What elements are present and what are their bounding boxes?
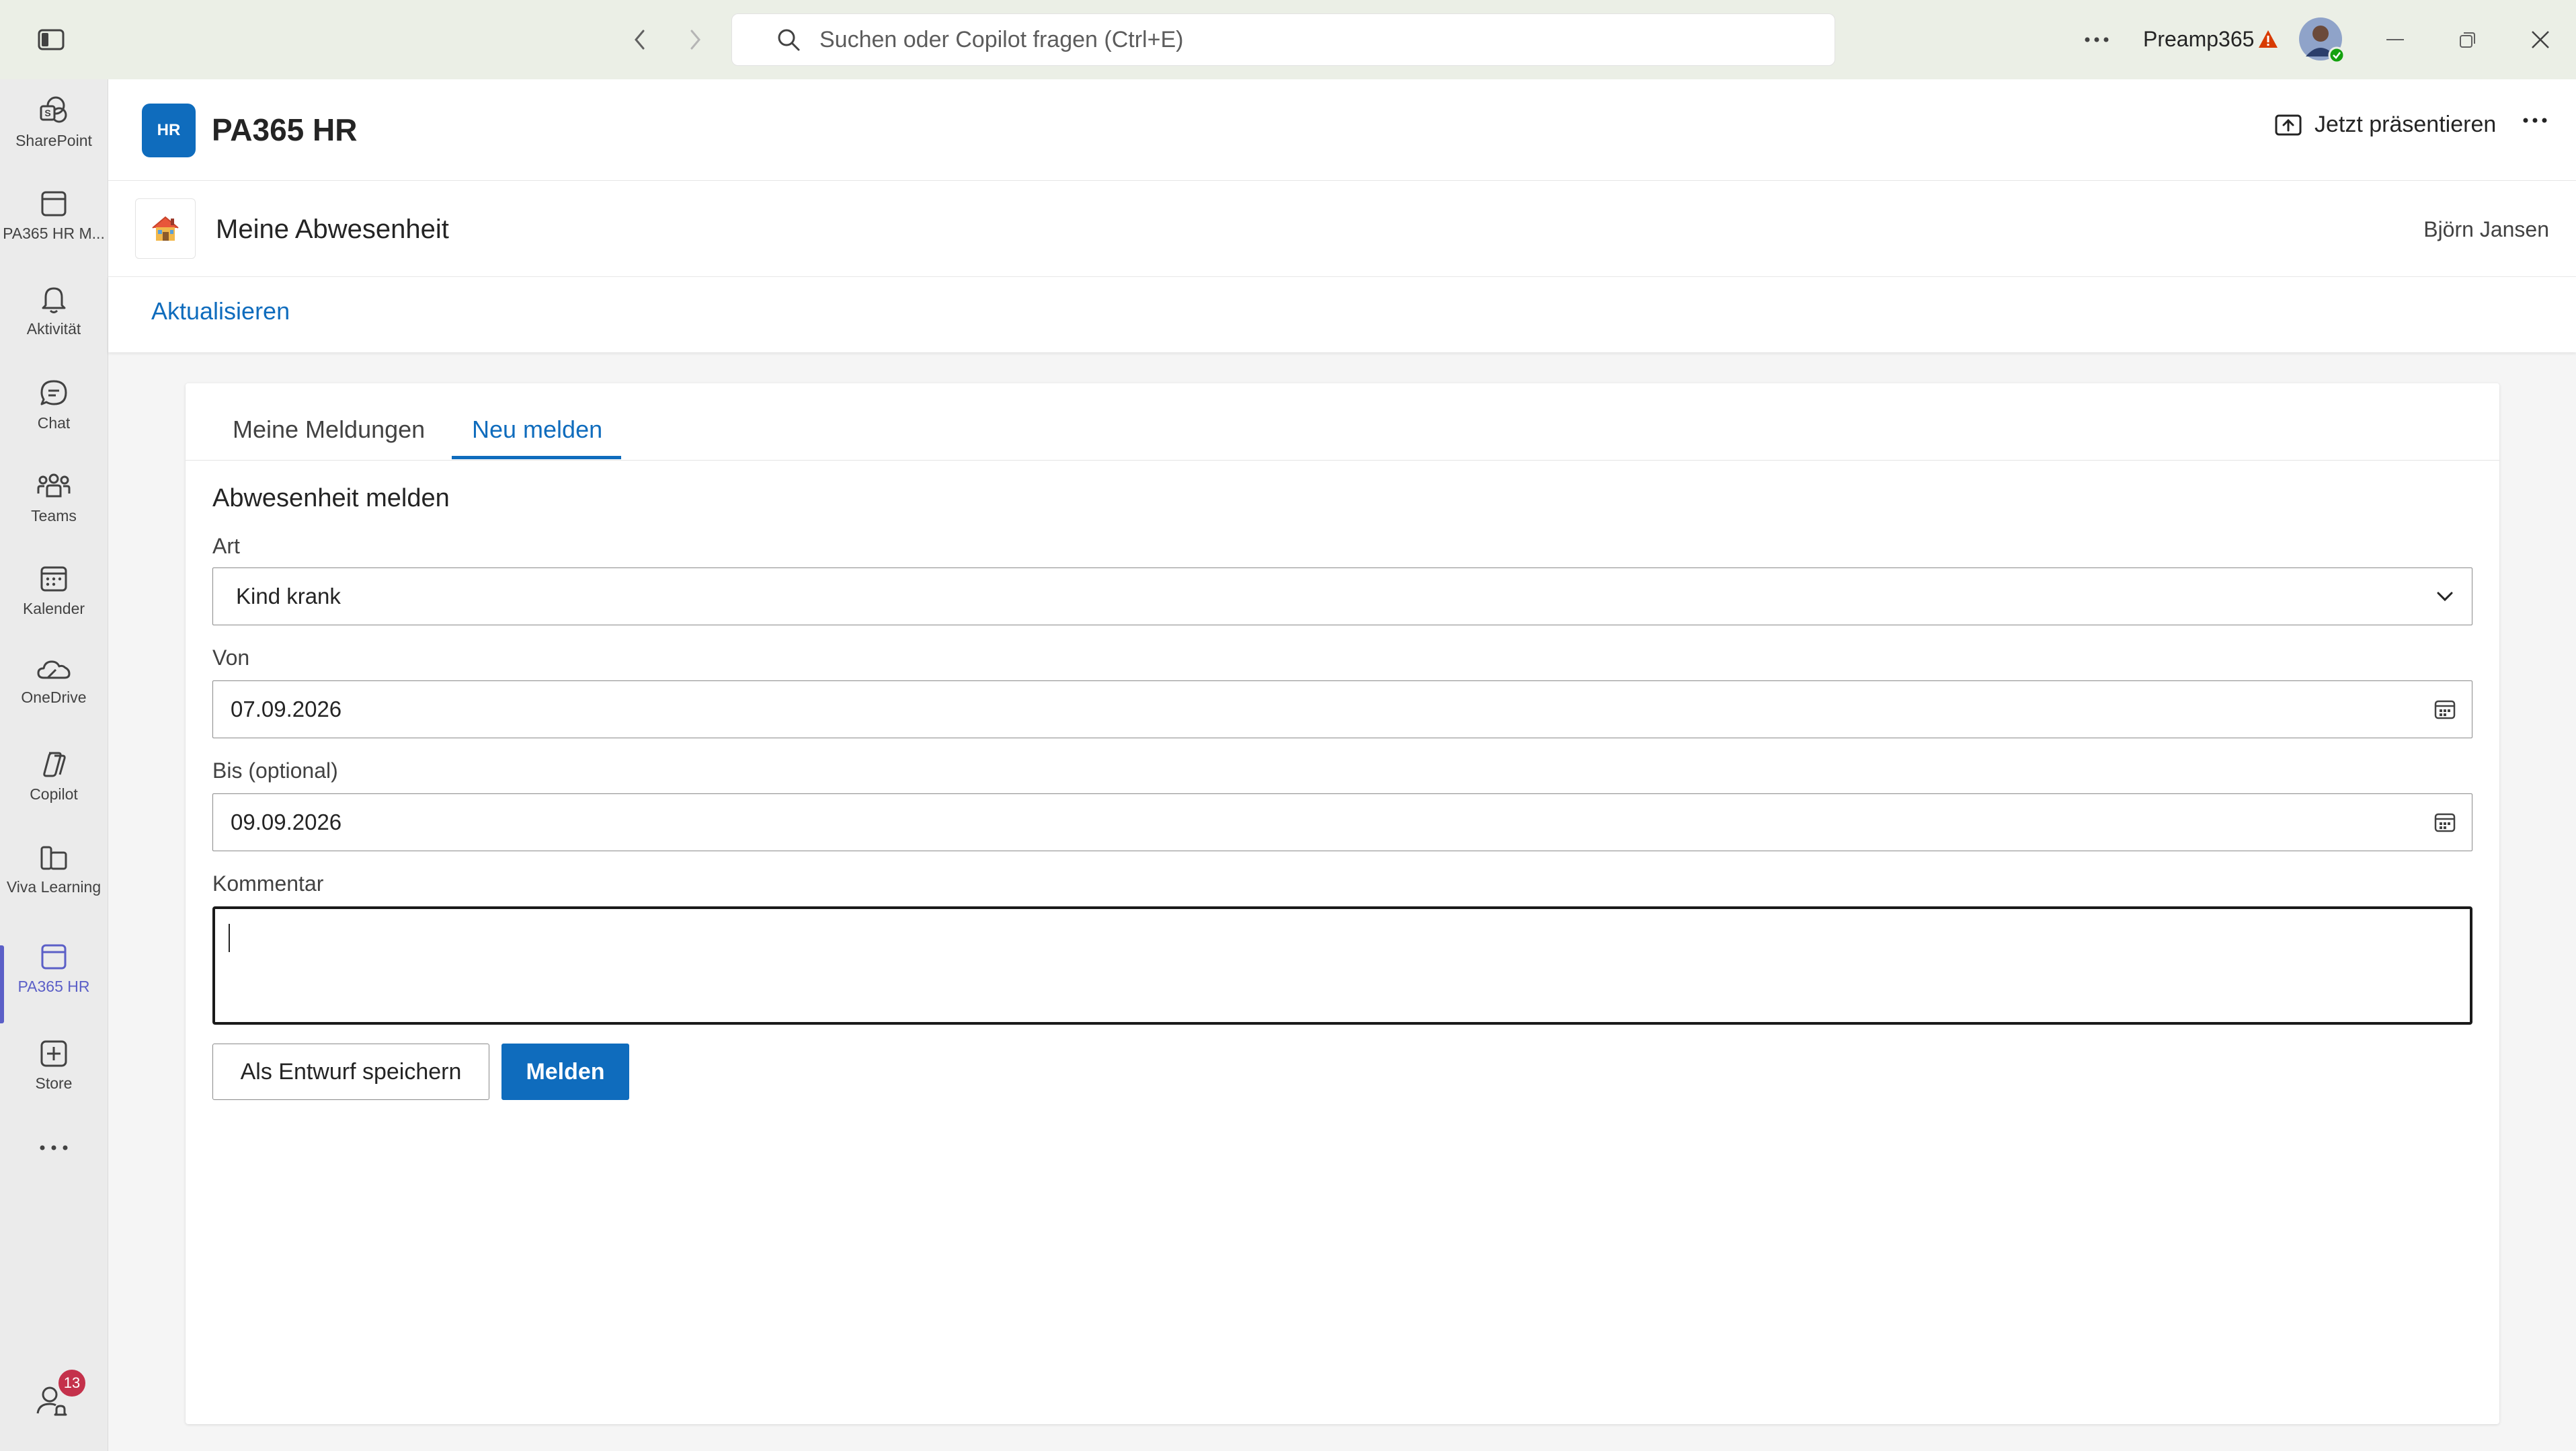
comment-textarea[interactable] [212, 906, 2472, 1025]
search-box[interactable] [731, 13, 1835, 66]
to-date-field[interactable]: 09.09.2026 [212, 793, 2472, 851]
forward-icon[interactable] [682, 24, 709, 55]
chevron-down-icon [2418, 591, 2472, 602]
chat-icon [37, 377, 71, 410]
rail-item-label: Aktivität [26, 320, 81, 338]
avatar[interactable] [2298, 16, 2346, 65]
rail-item-label: Copilot [30, 785, 78, 803]
app-header: HR PA365 HR Jetzt präsentieren [108, 79, 2576, 181]
rail-item-label: PA365 HR [17, 978, 90, 995]
app-rail: S SharePoint PA365 HR M... Aktivität Cha… [0, 79, 108, 1451]
tab-meine-meldungen[interactable]: Meine Meldungen [233, 416, 425, 444]
type-value: Kind krank [236, 584, 341, 609]
app-more-options-icon[interactable] [2523, 117, 2547, 124]
command-bar: Aktualisieren [108, 277, 2576, 352]
add-icon [37, 1037, 71, 1070]
rail-item-label: Chat [37, 414, 71, 432]
more-options-icon[interactable] [2080, 24, 2114, 55]
rail-item-label: Kalender [22, 600, 85, 617]
rail-item-label: Teams [31, 507, 77, 524]
absence-card: Meine Meldungen Neu melden Abwesenheit m… [186, 383, 2499, 1424]
submit-button[interactable]: Melden [501, 1044, 629, 1100]
app-logo: HR [142, 104, 196, 157]
rail-item-label: PA365 HR M... [3, 225, 105, 242]
search-icon [776, 28, 801, 52]
book-icon [37, 840, 71, 874]
page-header: Meine Abwesenheit Björn Jansen [108, 181, 2576, 277]
page-title: Meine Abwesenheit [216, 214, 449, 244]
search-input[interactable] [818, 26, 1762, 54]
from-date-value: 07.09.2026 [231, 697, 342, 721]
rail-item-viva-learning[interactable]: Viva Learning [0, 840, 108, 929]
tab-neu-melden[interactable]: Neu melden [472, 416, 602, 444]
rail-item-pa365-hr[interactable]: PA365 HR [0, 940, 108, 1029]
rail-item-kalender[interactable]: Kalender [0, 562, 108, 651]
rail-item-label: SharePoint [15, 132, 92, 149]
rail-item-aktivitaet[interactable]: Aktivität [0, 282, 108, 371]
title-bar: Preamp365 [0, 0, 2576, 80]
calendar-icon[interactable] [2418, 812, 2472, 832]
refresh-link[interactable]: Aktualisieren [151, 297, 290, 325]
calendar-icon[interactable] [2418, 699, 2472, 719]
more-icon [39, 1144, 69, 1151]
bell-icon [37, 282, 71, 316]
from-date-field[interactable]: 07.09.2026 [212, 680, 2472, 738]
calendar-icon [37, 562, 71, 596]
rail-item-copilot[interactable]: Copilot [0, 748, 108, 836]
rail-more-apps[interactable] [0, 1144, 108, 1191]
restore-icon[interactable] [2452, 24, 2483, 55]
rail-item-store[interactable]: Store [0, 1037, 108, 1126]
type-label: Art [212, 534, 240, 558]
notification-badge: 13 [56, 1368, 87, 1399]
house-icon [135, 198, 196, 259]
rail-item-onedrive[interactable]: OneDrive [0, 655, 108, 744]
to-date-value: 09.09.2026 [231, 810, 342, 834]
current-user-name: Björn Jansen [2423, 217, 2549, 241]
type-select[interactable]: Kind krank [212, 567, 2472, 625]
rail-item-teams[interactable]: Teams [0, 469, 108, 558]
onedrive-icon [36, 655, 72, 684]
text-caret [229, 924, 230, 952]
comment-label: Kommentar [212, 871, 324, 896]
present-label: Jetzt präsentieren [2315, 112, 2497, 137]
app-icon [37, 187, 71, 221]
minimize-icon[interactable] [2380, 24, 2411, 55]
close-icon[interactable] [2525, 24, 2556, 55]
teams-icon [36, 469, 72, 503]
sharepoint-icon: S [37, 94, 71, 128]
to-label: Bis (optional) [212, 758, 338, 783]
back-icon[interactable] [627, 24, 653, 55]
copilot-icon [37, 748, 71, 781]
rail-item-label: OneDrive [21, 689, 87, 706]
rail-item-label: Store [35, 1074, 73, 1092]
active-tab-indicator [452, 456, 621, 459]
share-screen-icon [2274, 113, 2302, 137]
tab-list: Meine Meldungen Neu melden [186, 383, 2499, 461]
from-label: Von [212, 645, 250, 670]
account-name[interactable]: Preamp365 [2143, 27, 2254, 52]
rail-item-chat[interactable]: Chat [0, 377, 108, 465]
form-title: Abwesenheit melden [212, 484, 450, 512]
svg-text:S: S [44, 108, 50, 118]
sidebar-toggle-icon[interactable] [35, 24, 67, 55]
app-title: PA365 HR [212, 112, 358, 147]
present-now-button[interactable]: Jetzt präsentieren [2274, 112, 2496, 138]
app-icon [37, 940, 71, 974]
rail-item-sharepoint[interactable]: S SharePoint [0, 94, 108, 183]
warning-icon[interactable] [2256, 26, 2280, 52]
save-draft-button[interactable]: Als Entwurf speichern [212, 1044, 489, 1100]
rail-item-label: Viva Learning [6, 878, 102, 896]
rail-item-pa365-hr-m[interactable]: PA365 HR M... [0, 187, 108, 276]
